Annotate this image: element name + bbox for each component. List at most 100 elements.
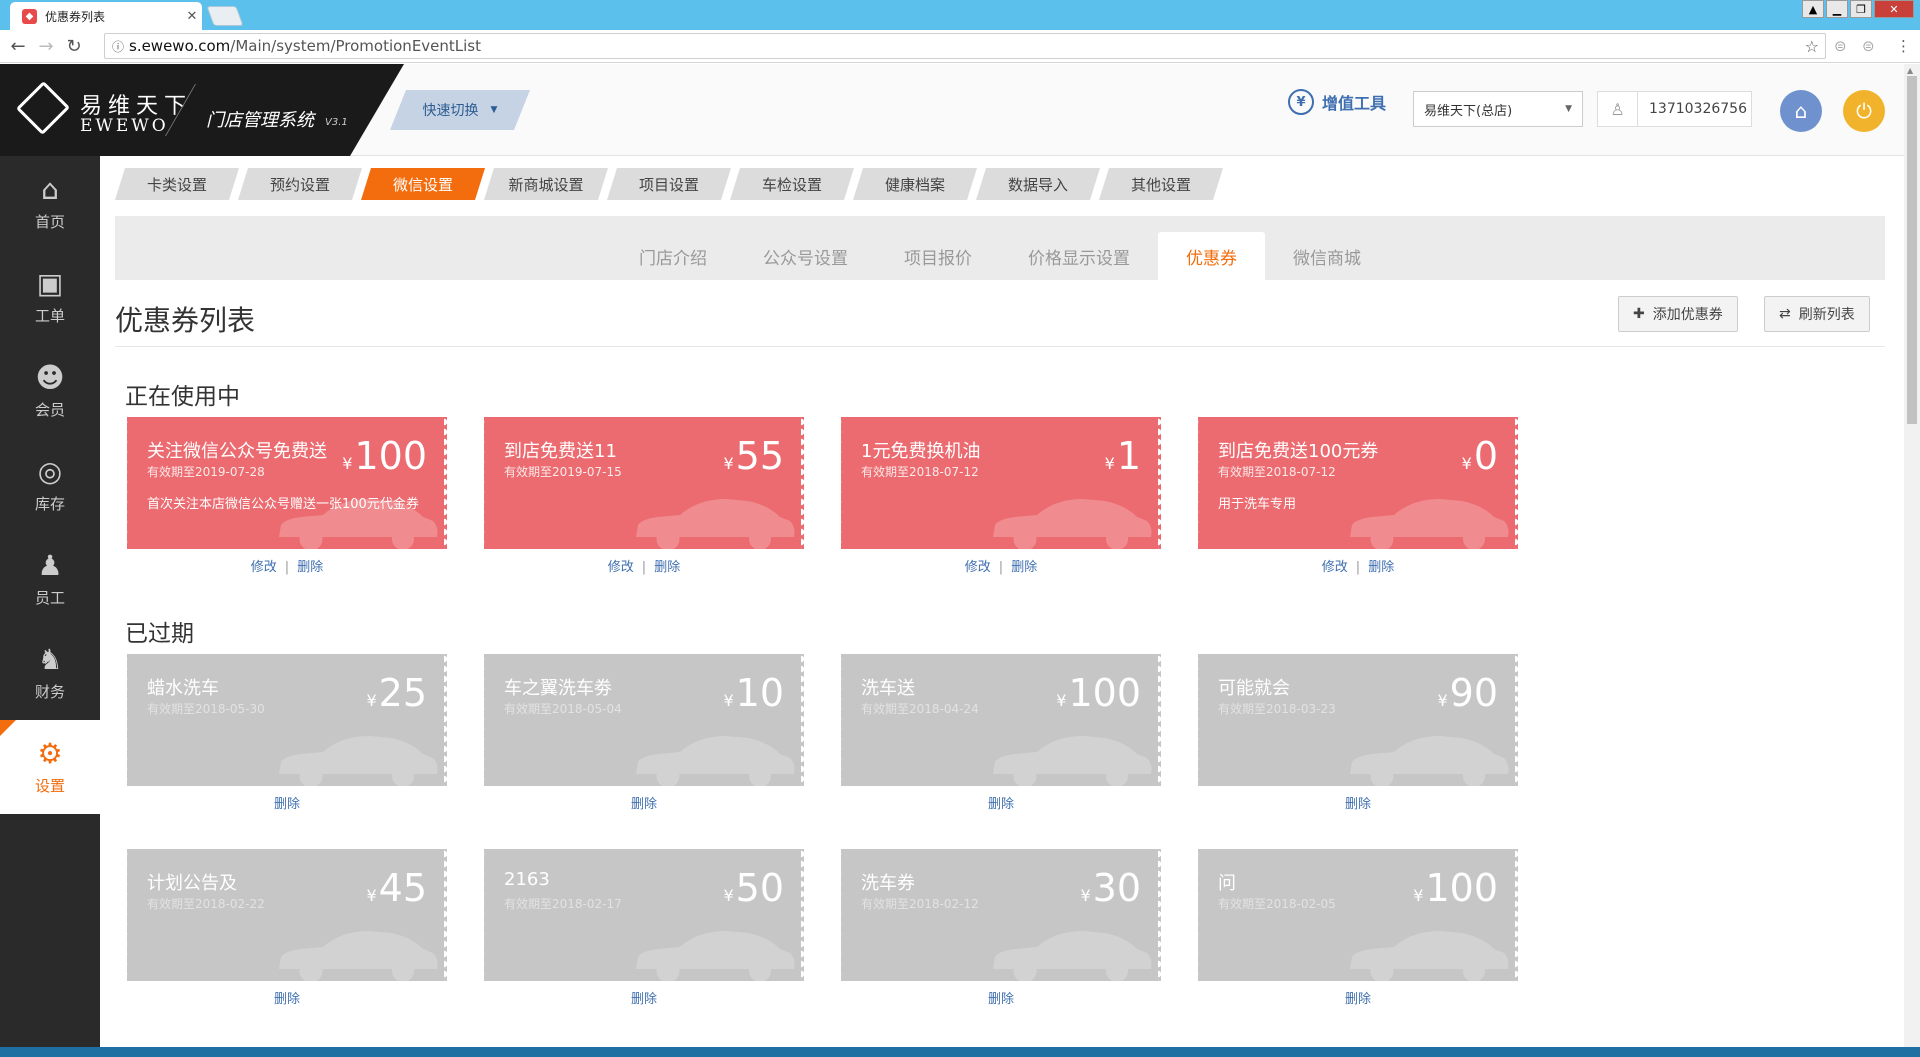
logo[interactable]: 易维天下 EWEWO 门店管理系统 V3.1 [0,64,404,156]
coupon-ticket[interactable]: 计划公告及 有效期至2018-02-22 ¥45 [127,849,447,981]
scroll-up-icon[interactable]: ▲ [1907,66,1913,75]
page-scrollbar[interactable]: ▲ [1904,64,1920,1052]
delete-link[interactable]: 删除 [297,560,323,575]
tab-wechat-settings[interactable]: 微信设置 [361,168,485,200]
tab-health-records[interactable]: 健康档案 [853,168,977,200]
delete-link[interactable]: 删除 [1345,992,1371,1007]
subtab-price-display[interactable]: 价格显示设置 [1000,232,1158,280]
tab-project-settings[interactable]: 项目设置 [607,168,731,200]
tab-card-settings[interactable]: 卡类设置 [115,168,239,200]
menu-icon[interactable]: ⋮ [1896,37,1911,55]
delete-link[interactable]: 删除 [1011,560,1037,575]
minimize-button[interactable]: ▁ [1826,0,1848,18]
user-account[interactable]: ♙ 13710326756 [1597,91,1752,127]
active-coupon-card: 1元免费换机油 有效期至2018-07-12 ¥1 修改 | 删除 [841,417,1161,575]
action-separator: | [284,560,290,575]
sidebar-item-member[interactable]: ☻ 会员 [0,344,100,438]
edit-link[interactable]: 修改 [251,560,277,575]
logout-button[interactable]: ⏻ [1843,90,1885,132]
car-watermark-icon [1350,931,1509,981]
expired-coupon-card: 洗车券 有效期至2018-02-12 ¥30 删除 [841,849,1161,1007]
tab-inspection-settings[interactable]: 车检设置 [730,168,854,200]
new-tab-button[interactable] [206,6,244,26]
sidebar-item-settings[interactable]: ⚙ 设置 [0,720,100,814]
delete-link[interactable]: 删除 [631,797,657,812]
coupon-ticket[interactable]: 到店免费送100元券 有效期至2018-07-12 ¥0 用于洗车专用 [1198,417,1518,549]
maximize-button[interactable]: ❐ [1850,0,1872,18]
coupon-ticket[interactable]: 2163 有效期至2018-02-17 ¥50 [484,849,804,981]
coupon-ticket[interactable]: 1元免费换机油 有效期至2018-07-12 ¥1 [841,417,1161,549]
delete-link[interactable]: 删除 [988,797,1014,812]
coupon-price: ¥0 [1462,435,1498,485]
browser-tab[interactable]: ◆ 优惠券列表 ✕ [10,2,202,30]
url-domain: s.ewewo.com [129,37,231,55]
tab-other-settings[interactable]: 其他设置 [1099,168,1223,200]
subtab-official-account[interactable]: 公众号设置 [735,232,876,280]
sidebar-item-label: 设置 [34,776,65,795]
subtab-project-quote[interactable]: 项目报价 [876,232,1000,280]
sidebar-item-label: 会员 [34,400,65,419]
delete-link[interactable]: 删除 [1368,560,1394,575]
delete-link[interactable]: 删除 [274,797,300,812]
plus-icon: ✚ [1633,306,1645,322]
forward-icon[interactable]: → [32,36,60,57]
car-watermark-icon [993,736,1152,786]
coupon-ticket[interactable]: 车之翼洗车劵 有效期至2018-05-04 ¥10 [484,654,804,786]
extension-icon[interactable]: ⊜ [1834,37,1847,55]
coupon-actions: 删除 [484,988,804,1007]
store-select[interactable]: 易维天下(总店) ▼ [1413,91,1583,127]
refresh-list-button[interactable]: ⇄ 刷新列表 [1764,296,1870,332]
yen-symbol: ¥ [342,454,353,473]
scrollbar-thumb[interactable] [1907,76,1917,424]
add-coupon-button[interactable]: ✚ 添加优惠券 [1618,296,1738,332]
sidebar-item-inventory[interactable]: ◎ 库存 [0,438,100,532]
coupon-name: 关注微信公众号免费送 [147,441,327,462]
subtab-wechat-mall[interactable]: 微信商城 [1265,232,1389,280]
car-watermark-icon [279,931,438,981]
coupon-ticket[interactable]: 蜡水洗车 有效期至2018-05-30 ¥25 [127,654,447,786]
info-icon[interactable]: ⓘ [107,35,129,57]
yen-symbol: ¥ [1437,691,1448,710]
edit-link[interactable]: 修改 [608,560,634,575]
edit-link[interactable]: 修改 [1322,560,1348,575]
delete-link[interactable]: 删除 [988,992,1014,1007]
delete-link[interactable]: 删除 [274,992,300,1007]
reload-icon[interactable]: ↻ [60,36,88,57]
close-window-button[interactable]: ✕ [1874,0,1914,18]
subtab-coupons[interactable]: 优惠券 [1158,232,1265,280]
car-watermark-icon [1350,736,1509,786]
tab-booking-settings[interactable]: 预约设置 [238,168,362,200]
coupon-ticket[interactable]: 问有效期至2018-02-05 ¥100 [1198,849,1518,981]
back-icon[interactable]: ← [4,36,32,57]
sidebar-item-staff[interactable]: ♟ 员工 [0,532,100,626]
coupon-ticket[interactable]: 到店免费送11 有效期至2019-07-15 ¥55 [484,417,804,549]
tab-new-mall-settings[interactable]: 新商城设置 [484,168,608,200]
coupon-ticket[interactable]: 关注微信公众号免费送 有效期至2019-07-28 ¥100 首次关注本店微信公众号赠… [127,417,447,549]
close-tab-icon[interactable]: ✕ [182,9,202,24]
active-coupon-card: 到店免费送100元券 有效期至2018-07-12 ¥0 用于洗车专用 修改 | 删除 [1198,417,1518,575]
bookmark-star-icon[interactable]: ☆ [1805,37,1819,56]
edit-link[interactable]: 修改 [965,560,991,575]
sidebar-item-finance[interactable]: ♞ 财务 [0,626,100,720]
delete-link[interactable]: 删除 [1345,797,1371,812]
subtab-store-intro[interactable]: 门店介绍 [611,232,735,280]
quick-switch-button[interactable]: 快速切换 ▼ [390,90,530,130]
tab-data-import[interactable]: 数据导入 [976,168,1100,200]
coupon-ticket[interactable]: 可能就会 有效期至2018-03-23 ¥90 [1198,654,1518,786]
sidebar-item-home[interactable]: ⌂ 首页 [0,156,100,250]
delete-link[interactable]: 删除 [654,560,680,575]
coupon-ticket[interactable]: 洗车送 有效期至2018-04-24 ¥100 [841,654,1161,786]
coupon-ticket[interactable]: 洗车券 有效期至2018-02-12 ¥30 [841,849,1161,981]
delete-link[interactable]: 删除 [631,992,657,1007]
url-field[interactable]: ⓘ s.ewewo.com/Main/system/PromotionEvent… [104,33,1826,59]
extension-icon[interactable]: ⊜ [1862,37,1875,55]
user-phone: 13710326756 [1649,101,1747,117]
system-name: 门店管理系统 [206,110,314,131]
app-root: 易维天下 EWEWO 门店管理系统 V3.1 快速切换 ▼ ¥ 增值工具 易维天… [0,64,1904,1052]
value-tools-link[interactable]: ¥ 增值工具 [1288,89,1386,115]
home-button[interactable]: ⌂ [1780,90,1822,132]
user-profile-icon[interactable]: ▲ [1802,0,1824,18]
sidebar-item-work-order[interactable]: ▣ 工单 [0,250,100,344]
coupon-amount: 100 [1425,866,1498,910]
coupon-description: 用于洗车专用 [1218,497,1297,512]
